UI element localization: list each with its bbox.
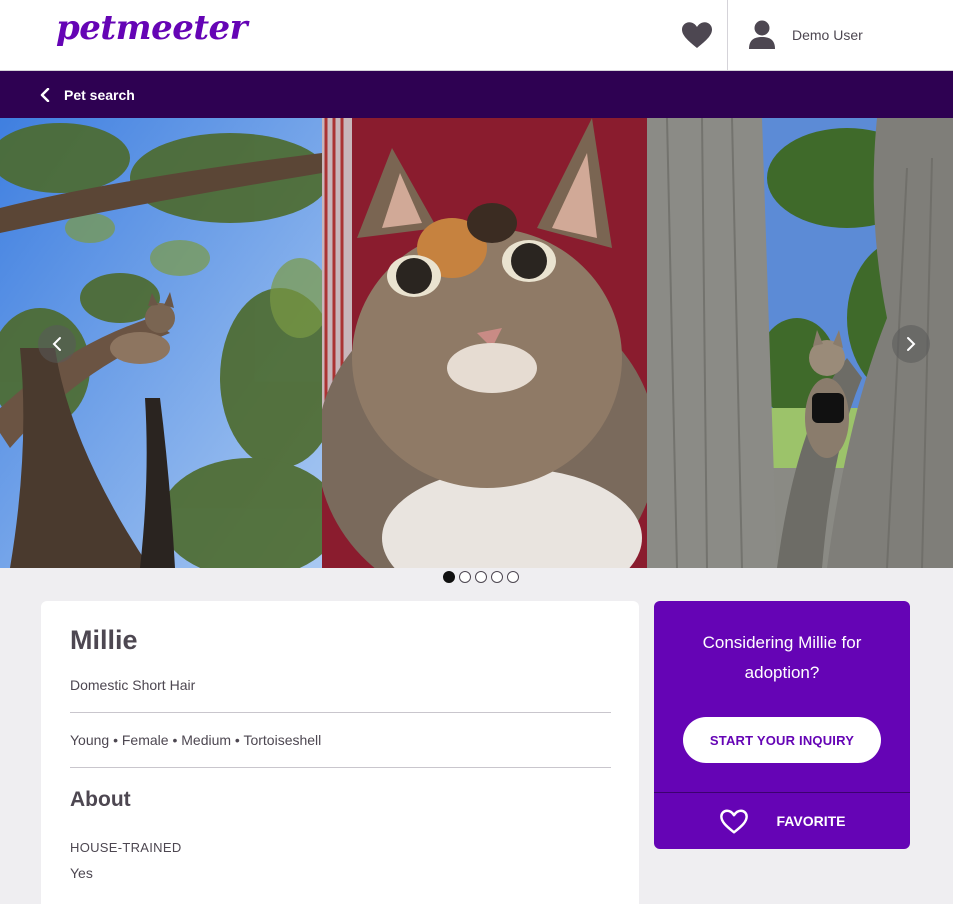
- chevron-right-icon: [907, 337, 916, 351]
- adoption-prompt-text: Considering Millie for adoption?: [702, 633, 862, 682]
- pet-breed: Domestic Short Hair: [70, 677, 196, 693]
- pet-name: Millie: [70, 625, 138, 655]
- divider: [70, 767, 611, 768]
- carousel-dot[interactable]: [443, 571, 455, 583]
- chevron-left-icon: [40, 87, 50, 102]
- house-trained-value: Yes: [70, 865, 93, 881]
- favorite-label: FAVORITE: [776, 813, 846, 829]
- carousel-previous-button[interactable]: [38, 325, 76, 363]
- back-to-pet-search-link[interactable]: Pet search: [40, 87, 135, 103]
- favorite-button[interactable]: FAVORITE: [654, 793, 910, 849]
- top-header: petmeeter Demo User: [0, 0, 953, 71]
- start-inquiry-button[interactable]: START YOUR INQUIRY: [683, 717, 881, 763]
- carousel-dot[interactable]: [475, 571, 487, 583]
- carousel-next-button[interactable]: [892, 325, 930, 363]
- favorites-nav-button[interactable]: [666, 0, 727, 70]
- chevron-left-icon: [52, 337, 61, 351]
- pet-attributes: Young • Female • Medium • Tortoiseshell: [70, 732, 322, 748]
- adoption-prompt: Considering Millie for adoption?: [654, 628, 910, 688]
- sub-navigation: Pet search: [0, 71, 953, 118]
- heart-outline-icon: [719, 809, 748, 833]
- house-trained-label: HOUSE-TRAINED: [70, 840, 182, 855]
- carousel-dot[interactable]: [459, 571, 471, 583]
- adoption-panel: Considering Millie for adoption? START Y…: [654, 601, 910, 849]
- divider: [70, 712, 611, 713]
- user-avatar-icon: [749, 20, 775, 49]
- heart-filled-icon: [681, 22, 712, 48]
- carousel-dot[interactable]: [507, 571, 519, 583]
- carousel-pagination: [443, 571, 519, 583]
- back-link-label: Pet search: [64, 86, 135, 103]
- user-name: Demo User: [792, 27, 863, 43]
- photo-carousel: [0, 118, 953, 568]
- about-heading: About: [70, 788, 131, 811]
- pet-details-card: Millie Domestic Short Hair Young • Femal…: [41, 601, 639, 904]
- user-menu[interactable]: Demo User: [728, 0, 953, 70]
- pet-photo-2[interactable]: [322, 118, 647, 568]
- carousel-dot[interactable]: [491, 571, 503, 583]
- petmeeter-logo[interactable]: petmeeter: [56, 8, 248, 48]
